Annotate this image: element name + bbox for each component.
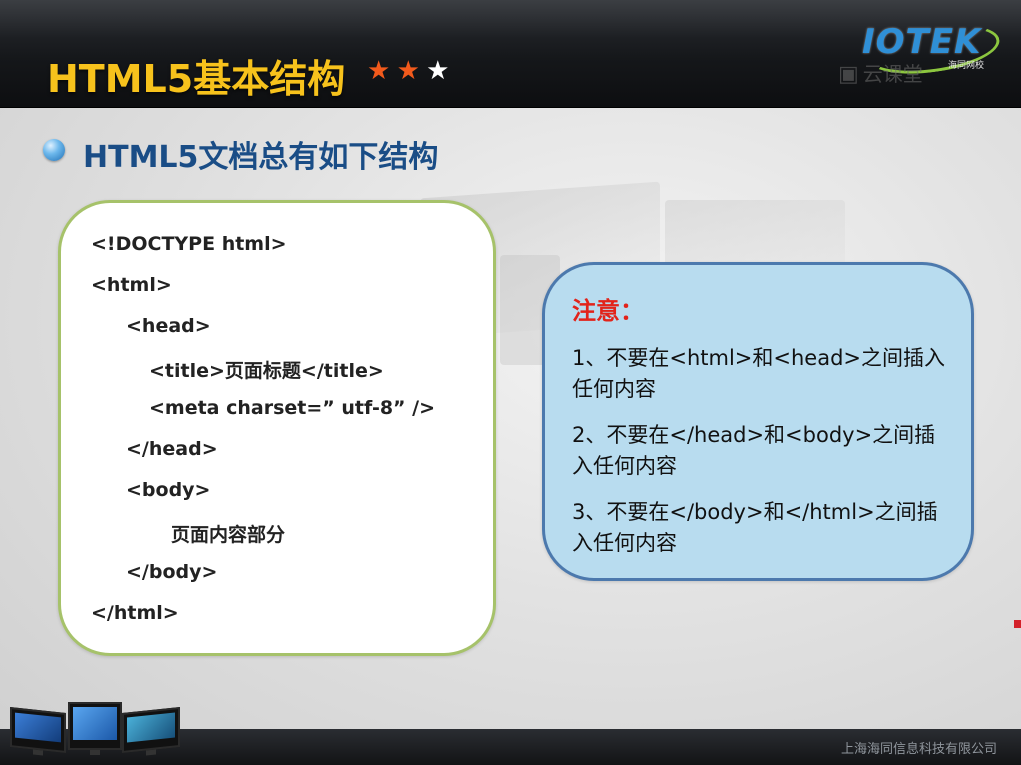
- code-example-box: <!DOCTYPE html> <html> <head> <title>页面标…: [58, 200, 496, 656]
- slide: HTML5基本结构 ★ ★ ★ IOTEK 海同网校 ▣ 云课堂 HTML5文档总…: [0, 0, 1021, 765]
- company-name: 上海海同信息科技有限公司: [840, 742, 997, 757]
- slide-title: HTML5基本结构: [47, 57, 346, 101]
- code-line: </head>: [126, 438, 218, 460]
- code-line: 页面内容部分: [171, 524, 286, 546]
- difficulty-stars: ★ ★ ★: [367, 56, 450, 86]
- cloud-classroom-icon: ▣: [838, 62, 859, 87]
- monitor-icon: [122, 706, 180, 756]
- header-band: HTML5基本结构 ★ ★ ★ IOTEK 海同网校 ▣ 云课堂: [0, 0, 1021, 108]
- code-line: <!DOCTYPE html>: [91, 233, 287, 255]
- code-line: </html>: [91, 602, 179, 624]
- code-line: <title>页面标题</title>: [149, 360, 384, 382]
- star-icon: ★: [396, 56, 420, 86]
- cloud-classroom-label: 云课堂: [862, 62, 923, 86]
- subtitle: HTML5文档总有如下结构: [83, 140, 439, 175]
- code-line: <html>: [91, 274, 172, 296]
- note-box: 注意： 1、不要在<html>和<head>之间插入任何内容 2、不要在</he…: [542, 262, 974, 581]
- logo-subtext: 海同网校: [948, 61, 985, 71]
- code-line: </body>: [126, 561, 218, 583]
- monitors-decoration-icon: [10, 702, 180, 762]
- star-icon: ★: [426, 56, 450, 86]
- note-title: 注意：: [572, 297, 644, 325]
- star-icon: ★: [367, 56, 391, 86]
- monitor-icon: [68, 702, 122, 755]
- code-line: <head>: [126, 315, 211, 337]
- bullet-icon: [43, 139, 65, 161]
- monitor-icon: [10, 707, 66, 756]
- note-item: 2、不要在</head>和<body>之间插入任何内容: [572, 423, 936, 478]
- cloud-classroom-watermark: ▣ 云课堂: [838, 58, 923, 87]
- logo-text: IOTEK: [862, 22, 982, 62]
- note-item: 1、不要在<html>和<head>之间插入任何内容: [572, 346, 946, 401]
- code-line: <body>: [126, 479, 211, 501]
- code-line: <meta charset=” utf-8” />: [149, 397, 436, 419]
- red-marker: [1014, 620, 1021, 628]
- note-item: 3、不要在</body>和</html>之间插入任何内容: [572, 500, 938, 555]
